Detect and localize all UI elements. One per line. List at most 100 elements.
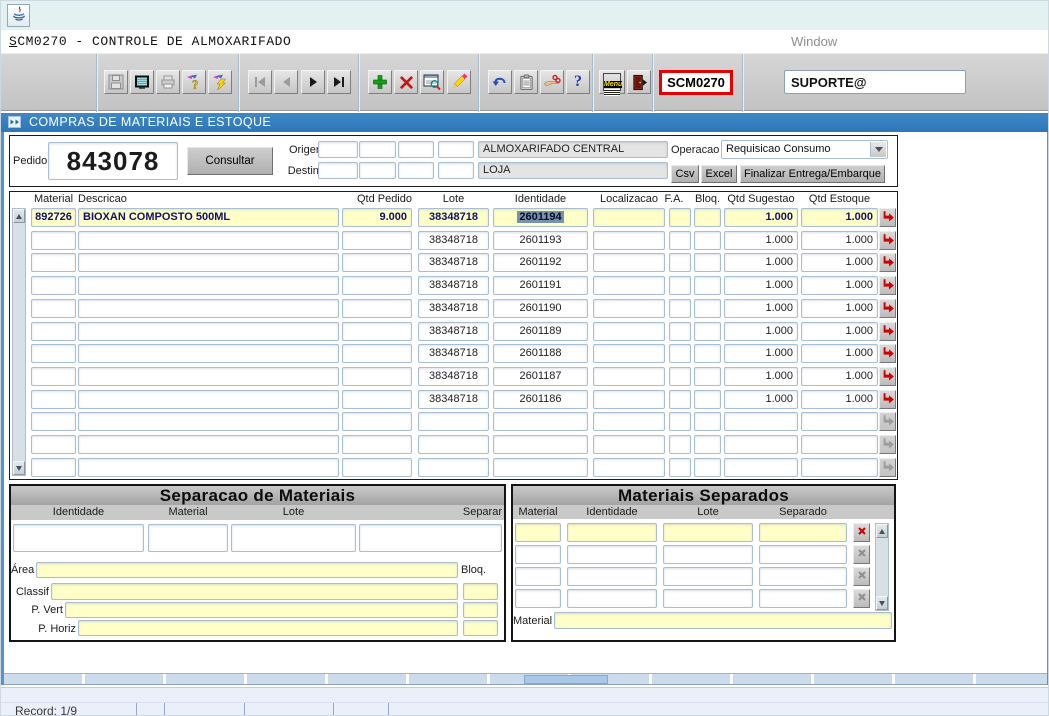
separados-cell-identidade[interactable] <box>567 523 657 542</box>
cell-bloq[interactable] <box>694 231 721 250</box>
cell-lote[interactable]: 38348718 <box>418 390 489 409</box>
cell-identidade[interactable] <box>493 435 588 454</box>
separacao-identidade-input[interactable] <box>13 524 144 552</box>
cell-fa[interactable] <box>669 435 691 454</box>
cell-qtd-estoque[interactable]: 1.000 <box>801 276 878 295</box>
cell-material[interactable] <box>31 412 76 431</box>
cell-localizacao[interactable] <box>593 322 665 341</box>
cell-localizacao[interactable] <box>593 276 665 295</box>
cell-qtd-sugestao[interactable]: 1.000 <box>724 299 798 318</box>
separados-cell-identidade[interactable] <box>567 545 657 564</box>
transfer-row-button[interactable] <box>879 367 896 386</box>
separados-cell-lote[interactable] <box>663 589 753 608</box>
separados-cell-material[interactable] <box>515 589 561 608</box>
cell-bloq[interactable] <box>694 322 721 341</box>
separados-cell-material[interactable] <box>515 523 561 542</box>
cell-fa[interactable] <box>669 412 691 431</box>
cell-qtd-pedido[interactable] <box>342 276 412 295</box>
cell-descricao[interactable]: BIOXAN COMPOSTO 500ML <box>78 208 339 227</box>
area-field[interactable] <box>36 562 458 578</box>
display-keys-button[interactable] <box>540 70 564 94</box>
destino-field-3[interactable] <box>398 162 434 179</box>
separados-cell-lote[interactable] <box>663 523 753 542</box>
cell-identidade[interactable] <box>493 458 588 477</box>
cell-qtd-sugestao[interactable]: 1.000 <box>724 276 798 295</box>
cell-lote[interactable] <box>418 435 489 454</box>
cell-identidade[interactable]: 2601187 <box>493 367 588 386</box>
cell-fa[interactable] <box>669 208 691 227</box>
cell-qtd-estoque[interactable]: 1.000 <box>801 344 878 363</box>
cell-qtd-pedido[interactable] <box>342 344 412 363</box>
cell-lote[interactable] <box>418 412 489 431</box>
menu-item-window[interactable]: Window <box>791 34 837 49</box>
cell-descricao[interactable] <box>78 344 339 363</box>
cell-bloq[interactable] <box>694 412 721 431</box>
cell-material[interactable] <box>31 276 76 295</box>
classif-field[interactable] <box>51 583 458 600</box>
horizontal-scrollbar-thumb[interactable] <box>524 675 608 684</box>
cell-qtd-estoque[interactable] <box>801 458 878 477</box>
cell-bloq[interactable] <box>694 299 721 318</box>
cell-bloq[interactable] <box>694 367 721 386</box>
cell-qtd-sugestao[interactable]: 1.000 <box>724 390 798 409</box>
cell-qtd-estoque[interactable] <box>801 412 878 431</box>
csv-button[interactable]: Csv <box>671 165 699 183</box>
cell-lote[interactable]: 38348718 <box>418 322 489 341</box>
cell-fa[interactable] <box>669 276 691 295</box>
cell-lote[interactable] <box>418 458 489 477</box>
cell-bloq[interactable] <box>694 208 721 227</box>
cell-qtd-estoque[interactable]: 1.000 <box>801 322 878 341</box>
cell-qtd-sugestao[interactable] <box>724 435 798 454</box>
cell-material[interactable]: 892726 <box>31 208 76 227</box>
cell-localizacao[interactable] <box>593 299 665 318</box>
cell-bloq[interactable] <box>694 276 721 295</box>
cell-qtd-pedido[interactable] <box>342 390 412 409</box>
separados-cell-lote[interactable] <box>663 567 753 586</box>
cell-bloq[interactable] <box>694 435 721 454</box>
scroll-down-button[interactable] <box>876 596 888 610</box>
cancel-query-button[interactable] <box>447 70 471 94</box>
cell-qtd-sugestao[interactable]: 1.000 <box>724 231 798 250</box>
cell-qtd-sugestao[interactable] <box>724 458 798 477</box>
cell-localizacao[interactable] <box>593 435 665 454</box>
cell-qtd-estoque[interactable]: 1.000 <box>801 253 878 272</box>
finalizar-entrega-button[interactable]: Finalizar Entrega/Embarque <box>740 165 885 183</box>
separados-cell-separado[interactable] <box>759 545 847 564</box>
cell-identidade[interactable] <box>493 412 588 431</box>
cell-material[interactable] <box>31 435 76 454</box>
phoriz-field[interactable] <box>78 620 458 636</box>
next-record-button[interactable] <box>301 70 325 94</box>
separados-cell-identidade[interactable] <box>567 567 657 586</box>
cell-descricao[interactable] <box>78 253 339 272</box>
transfer-row-button[interactable] <box>879 322 896 341</box>
separados-material-field[interactable] <box>554 612 892 629</box>
cell-localizacao[interactable] <box>593 253 665 272</box>
cell-qtd-pedido[interactable] <box>342 435 412 454</box>
separados-cell-identidade[interactable] <box>567 589 657 608</box>
scroll-up-button[interactable] <box>876 524 888 538</box>
cell-descricao[interactable] <box>78 458 339 477</box>
cell-localizacao[interactable] <box>593 367 665 386</box>
java-applet-button[interactable] <box>7 4 30 27</box>
cell-lote[interactable]: 38348718 <box>418 253 489 272</box>
cell-material[interactable] <box>31 390 76 409</box>
cell-qtd-pedido[interactable] <box>342 412 412 431</box>
cell-qtd-pedido[interactable] <box>342 231 412 250</box>
cell-descricao[interactable] <box>78 412 339 431</box>
menu-button[interactable]: Menu <box>599 70 625 94</box>
separados-scrollbar[interactable] <box>875 523 889 611</box>
cell-fa[interactable] <box>669 253 691 272</box>
user-field[interactable] <box>784 70 966 94</box>
execute-query-button[interactable] <box>208 70 232 94</box>
origem-field-2[interactable] <box>359 141 396 158</box>
separacao-lote-input[interactable] <box>231 524 356 552</box>
cell-qtd-pedido[interactable] <box>342 322 412 341</box>
cell-lote[interactable]: 38348718 <box>418 208 489 227</box>
last-record-button[interactable] <box>327 70 351 94</box>
separacao-material-input[interactable] <box>148 524 228 552</box>
cell-identidade[interactable]: 2601189 <box>493 322 588 341</box>
origem-field-3[interactable] <box>398 141 434 158</box>
separados-cell-material[interactable] <box>515 545 561 564</box>
cell-descricao[interactable] <box>78 322 339 341</box>
cell-qtd-pedido[interactable]: 9.000 <box>342 208 412 227</box>
